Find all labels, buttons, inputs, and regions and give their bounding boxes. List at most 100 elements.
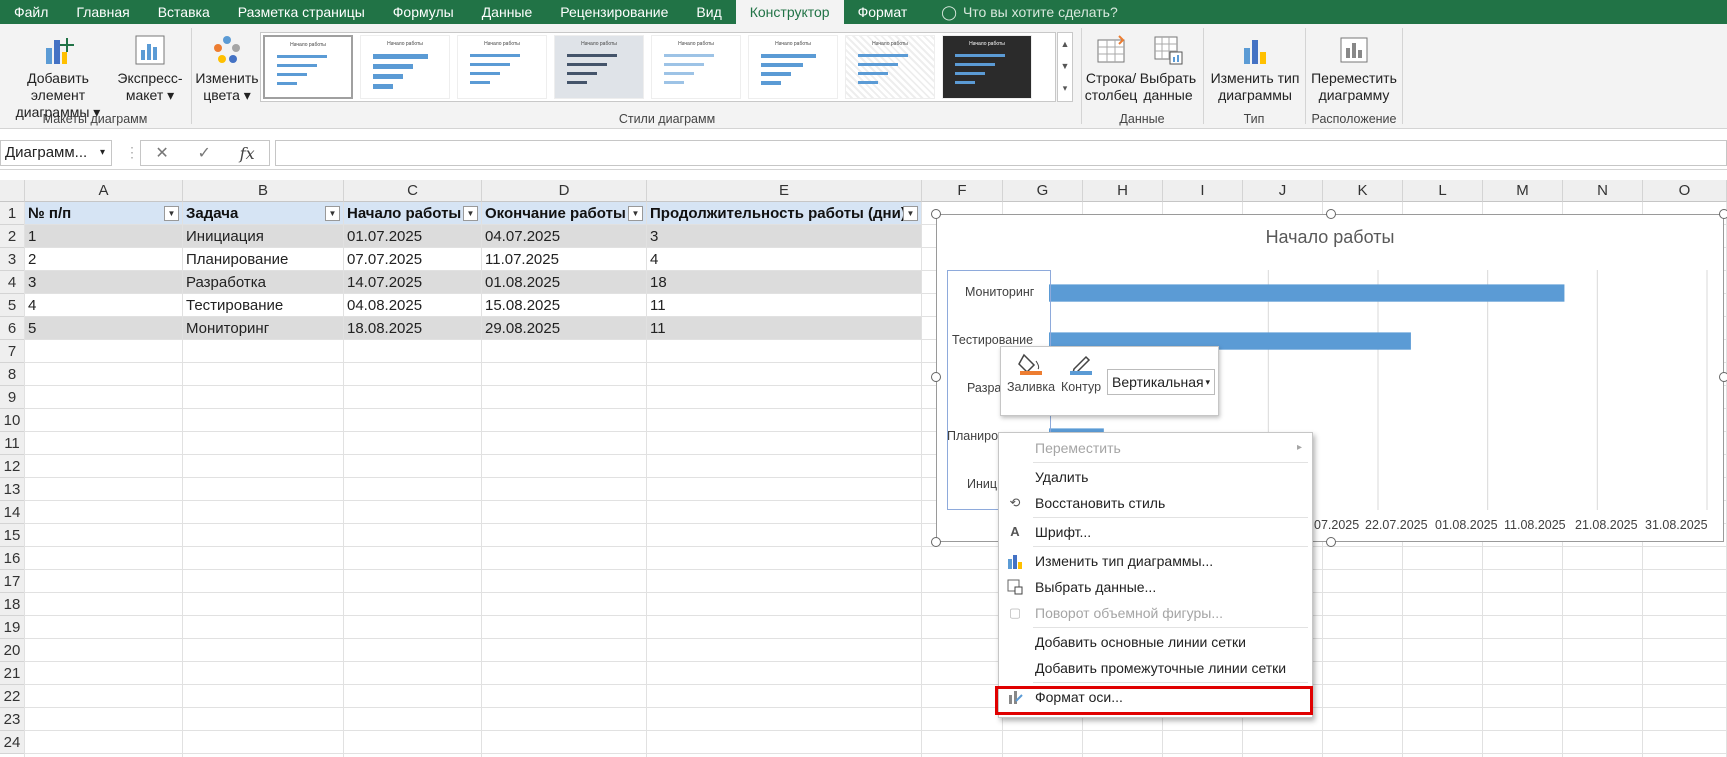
tab-file[interactable]: Файл [0, 0, 62, 24]
chart-style-8[interactable]: Начало работы [942, 35, 1032, 99]
row-header[interactable]: 20 [0, 639, 25, 662]
table-cell[interactable]: 11 [647, 294, 922, 317]
table-cell[interactable]: Тестирование [183, 294, 344, 317]
tab-formulas[interactable]: Формулы [379, 0, 468, 24]
row-header[interactable]: 11 [0, 432, 25, 455]
menu-item-change-chart-type[interactable]: Изменить тип диаграммы... [999, 548, 1312, 574]
filter-dropdown-icon[interactable]: ▼ [325, 206, 340, 221]
tab-data[interactable]: Данные [468, 0, 547, 24]
row-header[interactable]: 21 [0, 662, 25, 685]
tab-insert[interactable]: Вставка [144, 0, 224, 24]
chart-style-3[interactable]: Начало работы [457, 35, 547, 99]
row-header[interactable]: 1 [0, 202, 25, 225]
column-header[interactable]: O [1643, 180, 1727, 202]
table-cell[interactable]: 4 [647, 248, 922, 271]
row-header[interactable]: 10 [0, 409, 25, 432]
chart-style-1[interactable]: Начало работы [263, 35, 353, 99]
table-header-cell[interactable]: № п/п ▼ [25, 202, 183, 225]
chart-style-5[interactable]: Начало работы [651, 35, 741, 99]
formula-input[interactable] [275, 140, 1727, 166]
filter-dropdown-icon[interactable]: ▼ [903, 206, 918, 221]
table-cell[interactable]: 11.07.2025 [482, 248, 647, 271]
row-header[interactable]: 12 [0, 455, 25, 478]
tab-home[interactable]: Главная [62, 0, 143, 24]
change-chart-type-button[interactable]: Изменить тип диаграммы [1206, 34, 1304, 104]
resize-handle[interactable] [1326, 537, 1336, 547]
row-header[interactable]: 16 [0, 547, 25, 570]
table-cell[interactable]: Планирование [183, 248, 344, 271]
table-cell[interactable]: 5 [25, 317, 183, 340]
filter-dropdown-icon[interactable]: ▼ [628, 206, 643, 221]
row-header[interactable]: 14 [0, 501, 25, 524]
column-header[interactable]: L [1403, 180, 1483, 202]
tab-page-layout[interactable]: Разметка страницы [224, 0, 379, 24]
table-cell[interactable]: Мониторинг [183, 317, 344, 340]
table-cell[interactable]: 01.08.2025 [482, 271, 647, 294]
row-header[interactable]: 8 [0, 363, 25, 386]
table-cell[interactable]: Разработка [183, 271, 344, 294]
quick-layout-button[interactable]: Экспресс-макет ▾ [116, 34, 184, 104]
change-colors-button[interactable]: Изменить цвета ▾ [192, 34, 262, 104]
table-cell[interactable]: 04.08.2025 [344, 294, 482, 317]
menu-item-font[interactable]: A Шрифт... [999, 519, 1312, 545]
table-cell[interactable]: Инициация [183, 225, 344, 248]
table-cell[interactable]: 01.07.2025 [344, 225, 482, 248]
row-header[interactable]: 24 [0, 731, 25, 754]
row-header[interactable]: 5 [0, 294, 25, 317]
table-cell[interactable]: 11 [647, 317, 922, 340]
chart-styles-gallery[interactable]: Начало работы Начало работы Начало работ… [260, 32, 1056, 102]
column-header[interactable]: H [1083, 180, 1163, 202]
table-header-cell[interactable]: Начало работы ▼ [344, 202, 482, 225]
table-cell[interactable]: 2 [25, 248, 183, 271]
row-header[interactable]: 7 [0, 340, 25, 363]
resize-handle[interactable] [931, 372, 941, 382]
column-header[interactable]: A [25, 180, 183, 202]
tell-me-search[interactable]: ◯ Что вы хотите сделать? [921, 4, 1117, 21]
table-cell[interactable]: 1 [25, 225, 183, 248]
column-header[interactable]: G [1003, 180, 1083, 202]
name-box[interactable]: Диаграмм... ▾ [0, 140, 112, 166]
column-header[interactable]: B [183, 180, 344, 202]
table-cell[interactable]: 3 [25, 271, 183, 294]
insert-function-icon[interactable]: fx [240, 144, 255, 163]
menu-item-delete[interactable]: Удалить [999, 464, 1312, 490]
resize-handle[interactable] [1719, 209, 1727, 219]
chart-style-7[interactable]: Начало работы [845, 35, 935, 99]
row-header[interactable]: 17 [0, 570, 25, 593]
column-header[interactable]: N [1563, 180, 1643, 202]
chart-style-6[interactable]: Начало работы [748, 35, 838, 99]
tab-review[interactable]: Рецензирование [546, 0, 682, 24]
add-chart-element-button[interactable]: Добавить элемент диаграммы ▾ [0, 34, 116, 121]
column-header[interactable]: F [922, 180, 1003, 202]
row-header[interactable]: 9 [0, 386, 25, 409]
table-cell[interactable]: 15.08.2025 [482, 294, 647, 317]
column-header[interactable]: D [482, 180, 647, 202]
select-data-button[interactable]: Выбрать данные [1138, 34, 1198, 104]
chart-element-selector[interactable]: Вертикальная ▾ [1107, 369, 1215, 395]
column-header[interactable]: C [344, 180, 482, 202]
outline-button[interactable]: Контур [1059, 351, 1103, 394]
select-all-corner[interactable] [0, 180, 25, 202]
table-cell[interactable]: 18.08.2025 [344, 317, 482, 340]
resize-handle[interactable] [931, 209, 941, 219]
chart-style-2[interactable]: Начало работы [360, 35, 450, 99]
row-header[interactable]: 6 [0, 317, 25, 340]
row-header[interactable]: 19 [0, 616, 25, 639]
gallery-scroll[interactable]: ▲ ▼ ▾ [1057, 32, 1073, 102]
column-header[interactable]: I [1163, 180, 1243, 202]
table-cell[interactable]: 29.08.2025 [482, 317, 647, 340]
column-header[interactable]: J [1243, 180, 1323, 202]
column-header[interactable]: K [1323, 180, 1403, 202]
menu-item-select-data[interactable]: Выбрать данные... [999, 574, 1312, 600]
row-header[interactable]: 4 [0, 271, 25, 294]
move-chart-button[interactable]: Переместить диаграмму [1308, 34, 1400, 104]
tab-design[interactable]: Конструктор [735, 0, 844, 24]
row-header[interactable]: 22 [0, 685, 25, 708]
column-header[interactable]: M [1483, 180, 1563, 202]
tab-format[interactable]: Формат [844, 0, 922, 24]
chart-style-4[interactable]: Начало работы [554, 35, 644, 99]
table-cell[interactable]: 04.07.2025 [482, 225, 647, 248]
tab-view[interactable]: Вид [682, 0, 735, 24]
confirm-icon[interactable]: ✓ [198, 143, 211, 163]
menu-item-reset-style[interactable]: ⟲ Восстановить стиль [999, 490, 1312, 516]
